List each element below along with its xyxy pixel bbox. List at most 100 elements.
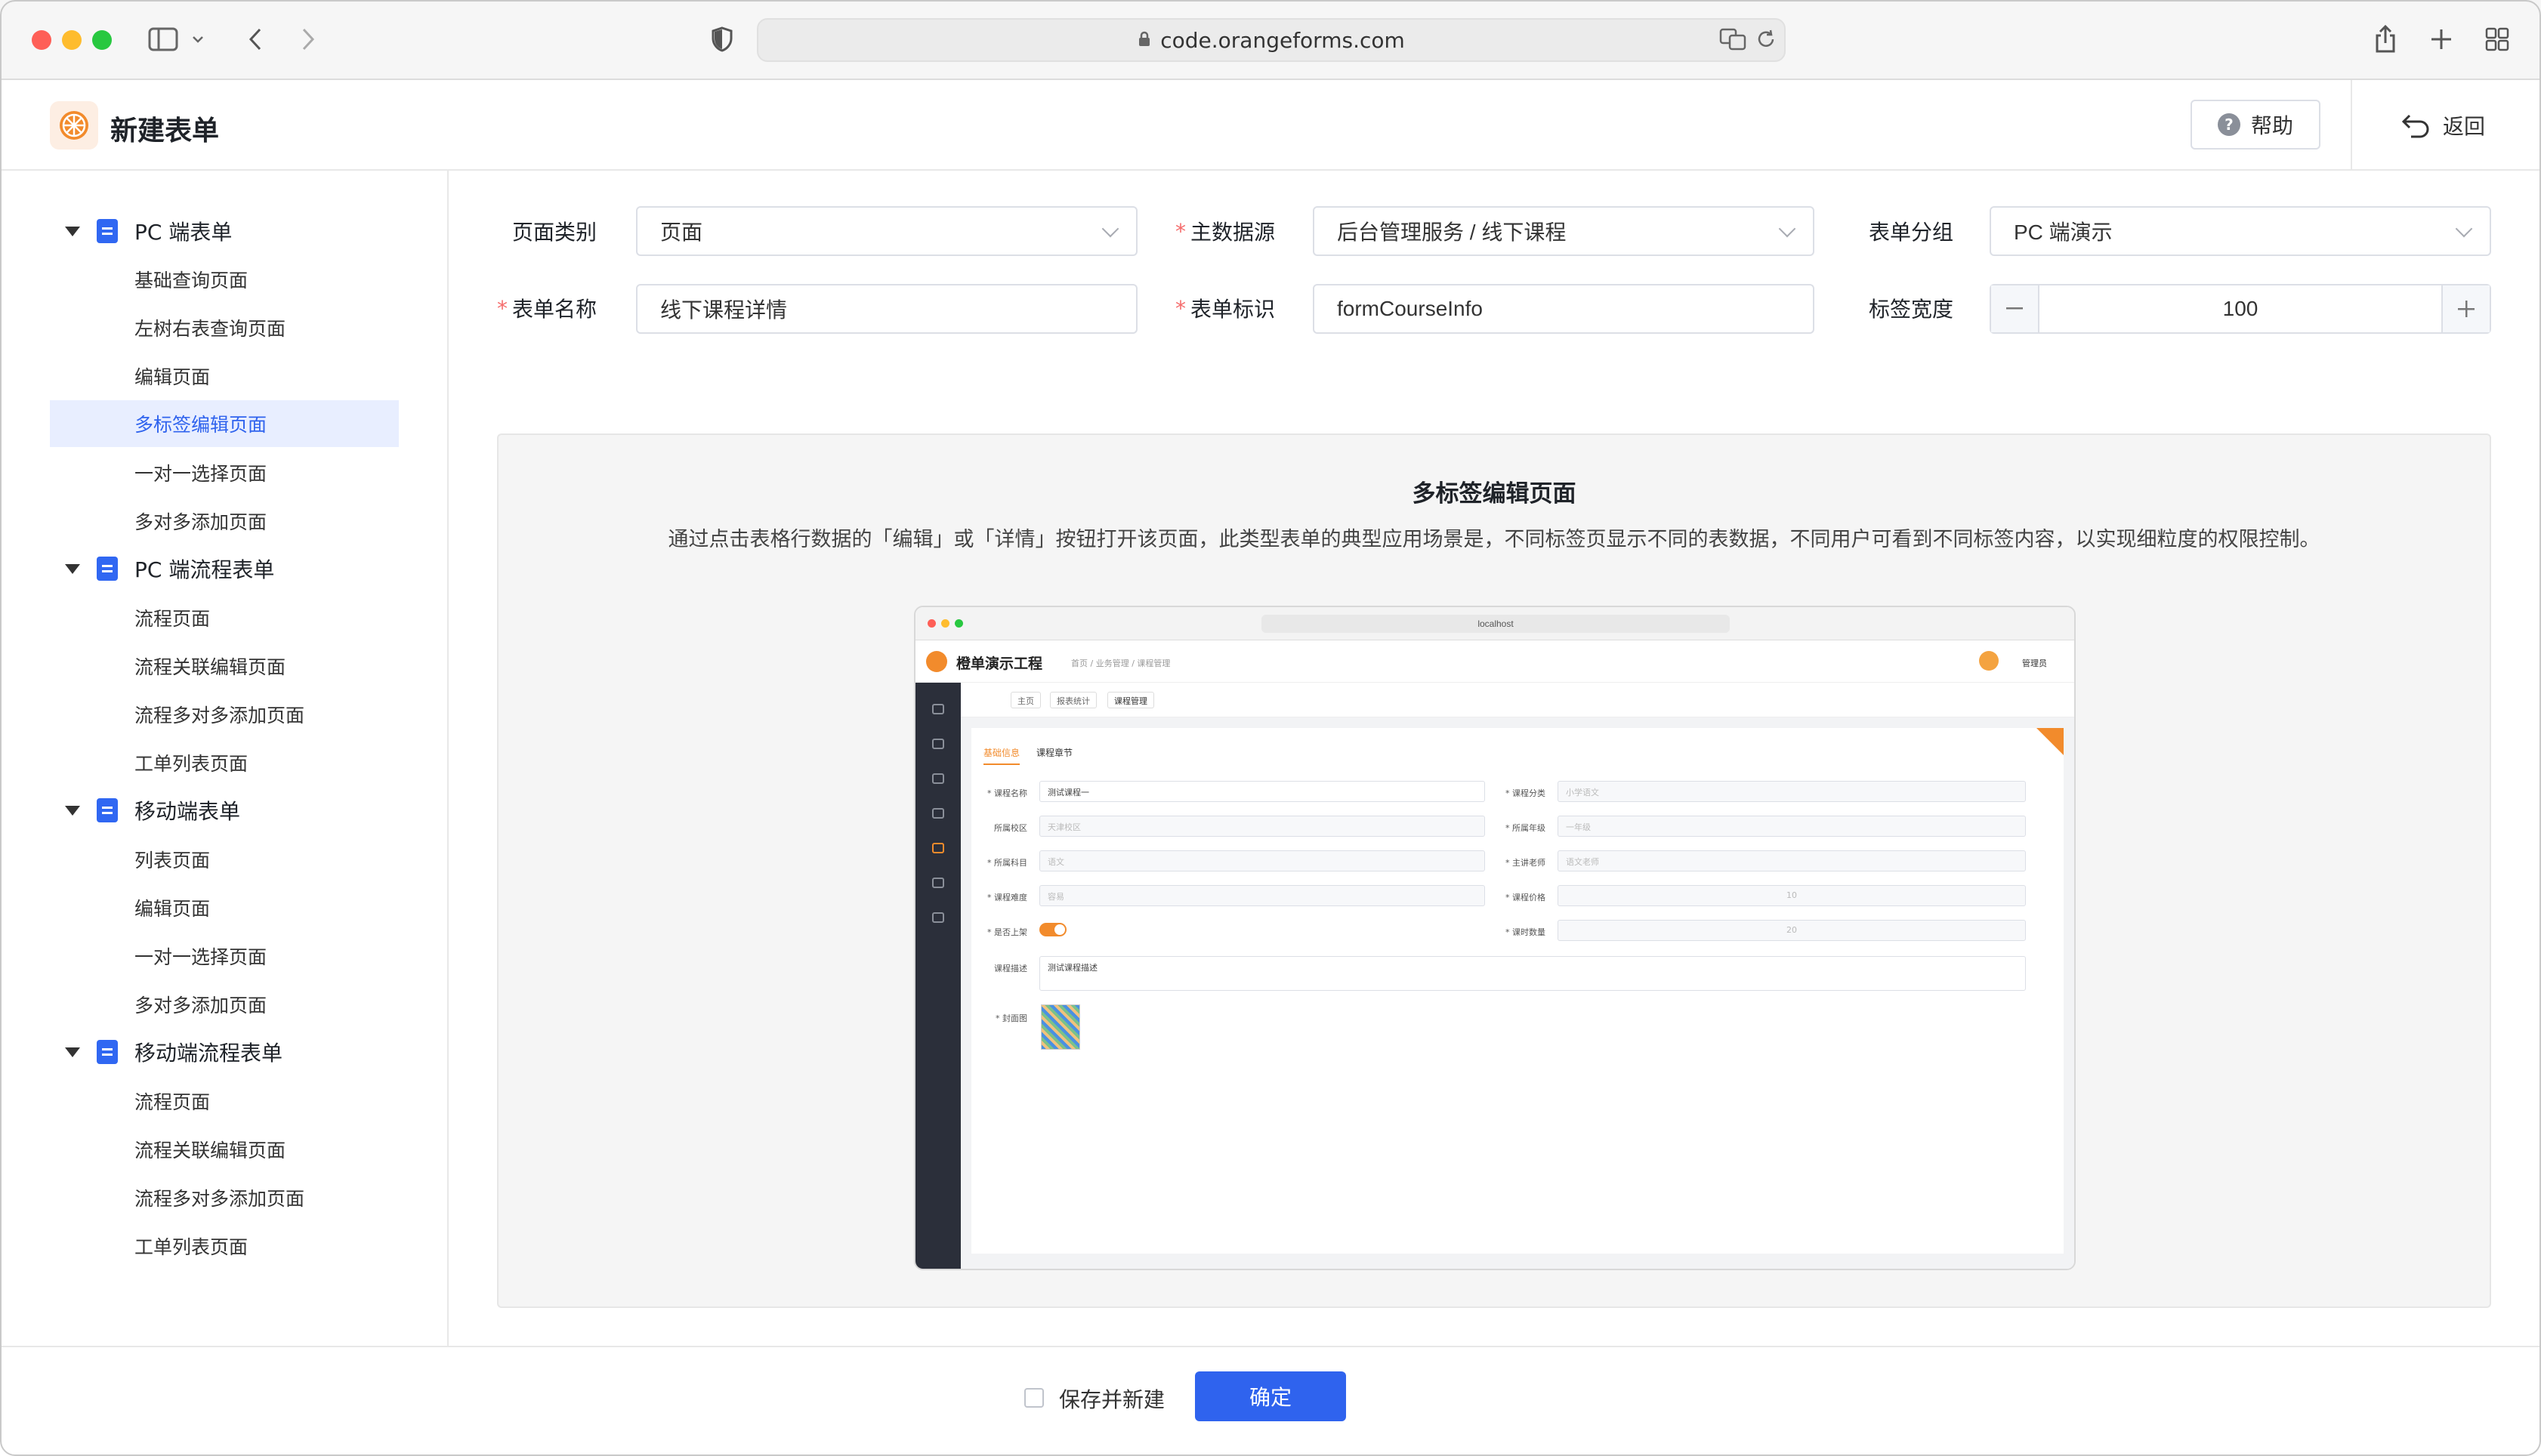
save-and-new-checkbox[interactable] [1024, 1388, 1044, 1408]
mini-content: 基础信息 课程章节 * 课程名称 测试课程一 * 课程分类 小学语文 所属校区 … [961, 717, 2074, 1269]
tree-item[interactable]: 流程关联编辑页面 [50, 1126, 399, 1173]
main-datasource-label: * 主数据源 [1175, 218, 1275, 245]
mini-tab: 主页 [1011, 692, 1041, 708]
label-width-stepper[interactable]: 100 [1990, 284, 2491, 334]
tree-item[interactable]: 多对多添加页面 [50, 498, 399, 544]
translate-icon[interactable] [1716, 23, 1749, 56]
form-type-tree: PC 端表单 基础查询页面 左树右表查询页面 编辑页面 多标签编辑页面 一对一选… [0, 171, 449, 1346]
tree-item[interactable]: 流程多对多添加页面 [50, 1174, 399, 1221]
mini-field-label: * 课程分类 [1505, 788, 1545, 798]
browser-toolbar: code.orangeforms.com [0, 0, 2541, 80]
mini-subtab: 课程章节 [1036, 748, 1073, 758]
form-footer: 保存并新建 确定 [0, 1346, 2541, 1456]
mini-field-value: 语文老师 [1558, 850, 2026, 871]
mini-field-label: * 主讲老师 [1505, 858, 1545, 868]
mini-app-header: 橙单演示工程 首页 / 业务管理 / 课程管理 管理员 [915, 640, 2074, 683]
zoom-window-button[interactable] [92, 30, 112, 50]
mini-field-value: 天津校区 [1039, 816, 1485, 837]
plus-icon [2458, 301, 2475, 317]
chevron-down-icon[interactable] [189, 23, 207, 56]
mini-browser-toolbar: localhost [915, 607, 2074, 640]
mini-field-value: 容易 [1039, 885, 1485, 906]
tree-item[interactable]: 流程页面 [50, 594, 399, 641]
new-tab-icon[interactable] [2425, 23, 2458, 56]
address-bar[interactable]: code.orangeforms.com [757, 18, 1786, 62]
tree-item[interactable]: 流程关联编辑页面 [50, 643, 399, 689]
forward-arrow-icon[interactable] [292, 23, 325, 56]
sidebar-toggle-icon[interactable] [147, 23, 180, 56]
tree-item[interactable]: 列表页面 [50, 836, 399, 883]
back-arrow-icon[interactable] [239, 23, 272, 56]
tree-item[interactable]: 编辑页面 [50, 884, 399, 931]
help-label: 帮助 [2250, 113, 2293, 138]
reload-icon[interactable] [1749, 23, 1783, 56]
preview-description: 通过点击表格行数据的「编辑」或「详情」按钮打开该页面，此类型表单的典型应用场景是… [668, 528, 2320, 551]
mini-field-value: 一年级 [1558, 816, 2026, 837]
mini-nav-icon [932, 912, 944, 923]
privacy-shield-icon[interactable] [705, 23, 739, 56]
form-group-label: 表单分组 [1868, 220, 1953, 245]
mini-field-label: * 所属年级 [1505, 823, 1545, 833]
tree-group-pc-form[interactable]: PC 端表单 [65, 208, 232, 254]
save-and-new-label[interactable]: 保存并新建 [1059, 1384, 1165, 1414]
orange-logo-icon [50, 101, 98, 150]
form-key-input[interactable]: formCourseInfo [1313, 284, 1814, 334]
mini-app-title: 橙单演示工程 [956, 656, 1043, 672]
page-title: 新建表单 [110, 116, 220, 147]
tab-overview-icon[interactable] [2481, 23, 2514, 56]
preview-screenshot: localhost 橙单演示工程 首页 / 业务管理 / 课程管理 管理员 主页… [914, 606, 2076, 1270]
mini-close-dot [928, 619, 936, 628]
document-icon [97, 798, 118, 822]
caret-down-icon [65, 563, 80, 574]
form-group-select[interactable]: PC 端演示 [1990, 206, 2491, 256]
app-header: 新建表单 ? 帮助 返回 [0, 80, 2541, 171]
form-name-input[interactable]: 线下课程详情 [636, 284, 1138, 334]
help-button[interactable]: ? 帮助 [2191, 100, 2320, 150]
document-icon [97, 219, 118, 243]
share-icon[interactable] [2369, 23, 2402, 56]
tree-item[interactable]: 基础查询页面 [50, 256, 399, 303]
tree-group-label: PC 端表单 [134, 220, 233, 245]
caret-down-icon [65, 1047, 80, 1057]
mini-nav-icon [932, 878, 944, 888]
tree-group-mobile-form[interactable]: 移动端表单 [65, 788, 240, 833]
mini-field-label: 课程描述 [994, 964, 1027, 973]
mini-field-label: * 封面图 [996, 1013, 1027, 1023]
mini-zoom-dot [955, 619, 963, 628]
tree-group-pc-flow-form[interactable]: PC 端流程表单 [65, 546, 274, 591]
minimize-window-button[interactable] [62, 30, 82, 50]
tree-item[interactable]: 一对一选择页面 [50, 933, 399, 979]
main-datasource-select[interactable]: 后台管理服务 / 线下课程 [1313, 206, 1814, 256]
mini-field-label: 所属校区 [994, 823, 1027, 833]
mini-cover-image [1041, 1004, 1080, 1050]
tree-item[interactable]: 一对一选择页面 [50, 449, 399, 496]
page-type-select[interactable]: 页面 [636, 206, 1138, 256]
tree-item[interactable]: 流程多对多添加页面 [50, 691, 399, 738]
undo-arrow-icon [2401, 114, 2429, 138]
tree-group-label: PC 端流程表单 [134, 557, 275, 582]
tree-item[interactable]: 流程页面 [50, 1078, 399, 1124]
label-width-value[interactable]: 100 [2041, 285, 2440, 332]
confirm-button[interactable]: 确定 [1195, 1371, 1346, 1421]
decrement-button[interactable] [1991, 285, 2039, 332]
tree-item[interactable]: 工单列表页面 [50, 739, 399, 786]
tree-item[interactable]: 编辑页面 [50, 353, 399, 399]
tree-item[interactable]: 左树右表查询页面 [50, 304, 399, 351]
tree-item[interactable]: 工单列表页面 [50, 1223, 399, 1269]
mini-avatar [1979, 651, 1999, 671]
mini-field-label: * 课程名称 [987, 788, 1027, 798]
question-icon: ? [2217, 113, 2240, 136]
mini-subtab: 基础信息 [983, 746, 1020, 765]
close-window-button[interactable] [32, 30, 51, 50]
mini-breadcrumb: 首页 / 业务管理 / 课程管理 [1071, 659, 1171, 668]
increment-button[interactable] [2441, 285, 2490, 332]
tree-item-active[interactable]: 多标签编辑页面 [50, 400, 399, 447]
tree-item[interactable]: 多对多添加页面 [50, 981, 399, 1028]
mini-tab-bar: 主页 报表统计 课程管理 [961, 683, 2074, 717]
back-button[interactable]: 返回 [2399, 110, 2485, 140]
mini-nav-icon [932, 739, 944, 749]
mini-field-value: 10 [1558, 885, 2026, 906]
tree-group-mobile-flow-form[interactable]: 移动端流程表单 [65, 1029, 283, 1075]
preview-title: 多标签编辑页面 [1412, 480, 1576, 507]
mini-corner-ribbon [2036, 728, 2064, 755]
